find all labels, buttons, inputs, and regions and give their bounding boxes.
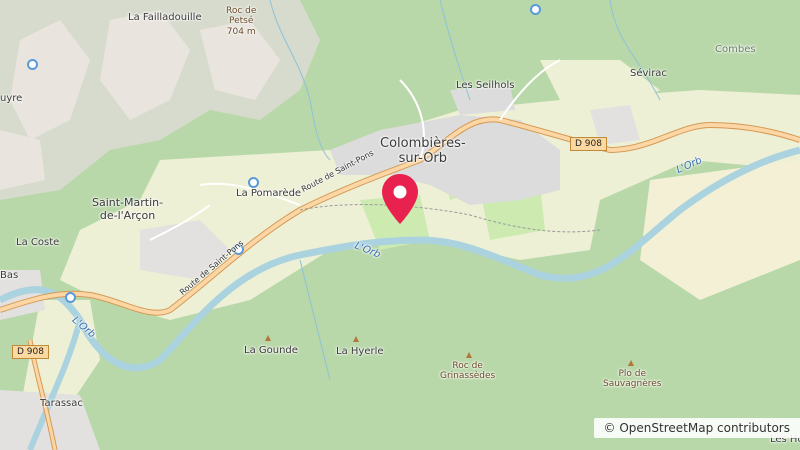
peak-triangle-icon [466, 352, 472, 358]
map-view[interactable]: La Failladouille Roc de Petsé 704 m Les … [0, 0, 800, 450]
map-attribution[interactable]: © OpenStreetMap contributors [593, 418, 800, 438]
peak-triangle-icon [628, 360, 634, 366]
label-la-failladouille: La Failladouille [128, 12, 202, 23]
label-la-coste: La Coste [16, 237, 60, 248]
label-uyre: uyre [0, 93, 23, 104]
poi-marker-icon [27, 59, 38, 70]
label-roc-de-petse: Roc de Petsé 704 m [226, 6, 257, 37]
label-plo-de-sauvagneres: Plo de Sauvagnères [603, 369, 662, 390]
poi-marker-icon [530, 4, 541, 15]
label-la-gounde: La Gounde [244, 345, 298, 356]
poi-marker-icon [248, 177, 259, 188]
road-shield-d908: D 908 [570, 137, 607, 151]
label-les-seilhols: Les Seilhols [456, 80, 515, 91]
peak-triangle-icon [265, 335, 271, 341]
map-pin-icon[interactable] [381, 173, 419, 225]
label-sevirac: Sévirac [630, 68, 667, 79]
label-tarassac: Tarassac [40, 398, 83, 409]
road-shield-d908: D 908 [12, 345, 49, 359]
label-la-hyerle: La Hyerle [336, 346, 384, 357]
label-saint-martin-de-larcon: Saint-Martin- de-l'Arçon [92, 196, 164, 222]
label-roc-de-grinassedes: Roc de Grinassèdes [440, 361, 496, 382]
label-bas: Bas [0, 270, 19, 281]
map-tiles [0, 0, 800, 450]
peak-triangle-icon [353, 336, 359, 342]
poi-marker-icon [65, 292, 76, 303]
label-combes: Combes [715, 44, 756, 55]
label-colombieres-sur-orb: Colombières- sur-Orb [380, 136, 466, 166]
label-la-pomarede: La Pomarède [236, 188, 302, 199]
